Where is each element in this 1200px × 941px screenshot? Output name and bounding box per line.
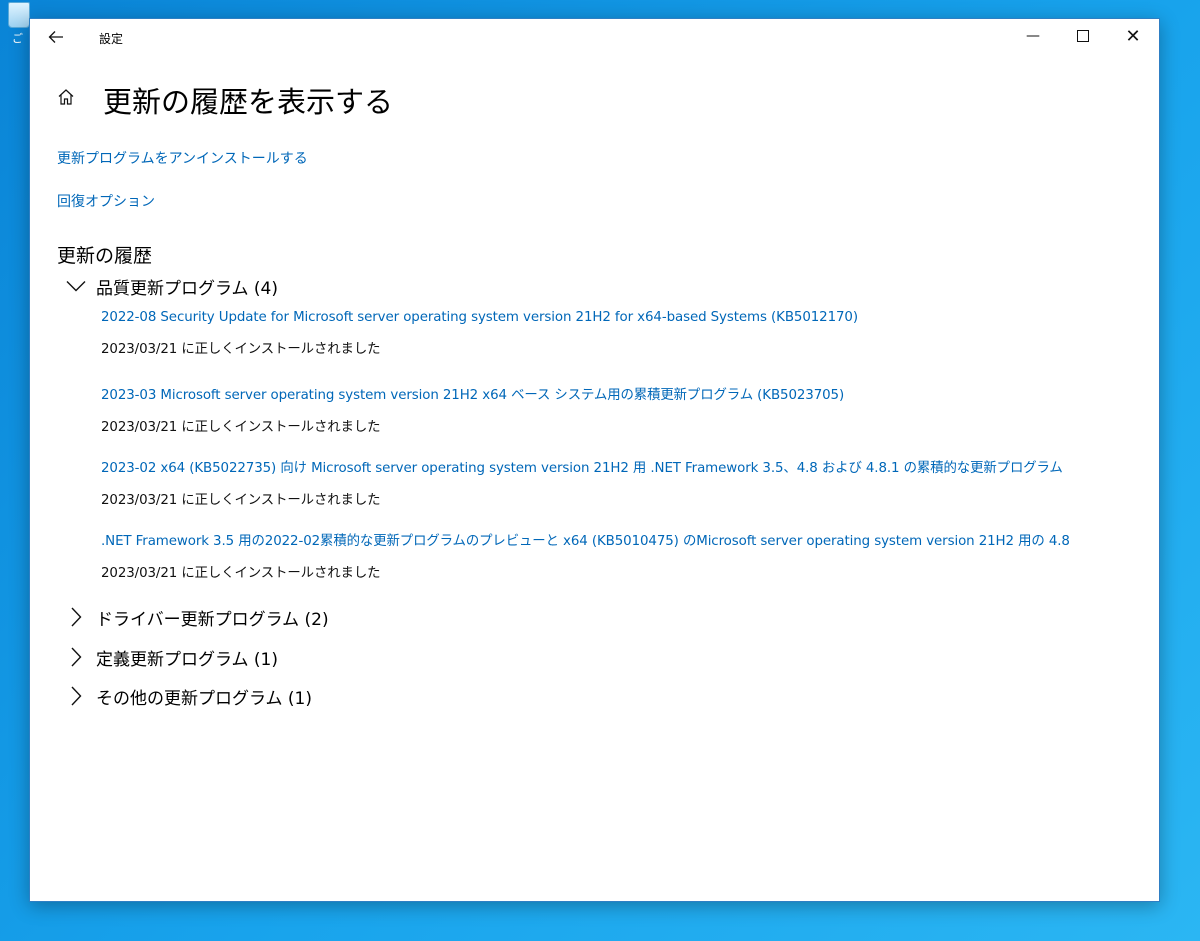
chevron-right-icon (64, 684, 88, 708)
chevron-right-icon (64, 645, 88, 669)
window-title: 設定 (99, 32, 124, 46)
recovery-options-link[interactable]: 回復オプション (57, 191, 155, 211)
update-item: 2023-02 x64 (KB5022735) 向け Microsoft ser… (101, 456, 1063, 508)
close-icon: ✕ (1125, 25, 1141, 47)
update-title-link[interactable]: 2023-03 Microsoft server operating syste… (101, 383, 844, 403)
update-title-link[interactable]: 2023-02 x64 (KB5022735) 向け Microsoft ser… (101, 456, 1063, 476)
group-label: 定義更新プログラム (1) (96, 649, 278, 670)
update-title-link[interactable]: 2022-08 Security Update for Microsoft se… (101, 310, 858, 325)
chevron-right-icon (64, 605, 88, 629)
update-title-link[interactable]: .NET Framework 3.5 用の2022-02累積的な更新プログラムの… (101, 529, 1070, 549)
settings-window: 設定 — ✕ 更新の履歴を表示する 更新プログラムをアンインストールする 回復オ… (29, 18, 1160, 902)
recycle-bin-icon (8, 2, 30, 28)
uninstall-updates-link[interactable]: 更新プログラムをアンインストールする (57, 148, 308, 168)
update-status: 2023/03/21 に正しくインストールされました (101, 342, 381, 357)
maximize-icon (1077, 30, 1089, 42)
maximize-button[interactable] (1059, 19, 1107, 53)
page-title: 更新の履歴を表示する (103, 85, 394, 119)
update-status: 2023/03/21 に正しくインストールされました (101, 420, 381, 435)
update-history-heading: 更新の履歴 (57, 245, 153, 267)
group-definition-updates[interactable]: 定義更新プログラム (1) (64, 644, 278, 670)
update-item: 2023-03 Microsoft server operating syste… (101, 383, 844, 435)
chevron-down-icon (64, 274, 88, 298)
update-status: 2023/03/21 に正しくインストールされました (101, 493, 381, 508)
group-quality-updates[interactable]: 品質更新プログラム (4) (64, 273, 278, 299)
group-label: その他の更新プログラム (1) (96, 688, 312, 709)
group-label: ドライバー更新プログラム (2) (96, 609, 329, 630)
title-bar: 設定 — ✕ (30, 19, 1159, 55)
minimize-icon: — (1026, 28, 1040, 44)
update-item: 2022-08 Security Update for Microsoft se… (101, 310, 858, 357)
update-status: 2023/03/21 に正しくインストールされました (101, 566, 381, 581)
home-icon[interactable] (56, 87, 76, 107)
minimize-button[interactable]: — (1009, 19, 1057, 53)
back-button[interactable] (42, 23, 70, 51)
group-driver-updates[interactable]: ドライバー更新プログラム (2) (64, 604, 329, 630)
update-item: .NET Framework 3.5 用の2022-02累積的な更新プログラムの… (101, 529, 1070, 581)
group-label: 品質更新プログラム (4) (96, 278, 278, 299)
group-other-updates[interactable]: その他の更新プログラム (1) (64, 683, 312, 709)
back-arrow-icon (48, 31, 63, 43)
close-button[interactable]: ✕ (1109, 19, 1157, 53)
